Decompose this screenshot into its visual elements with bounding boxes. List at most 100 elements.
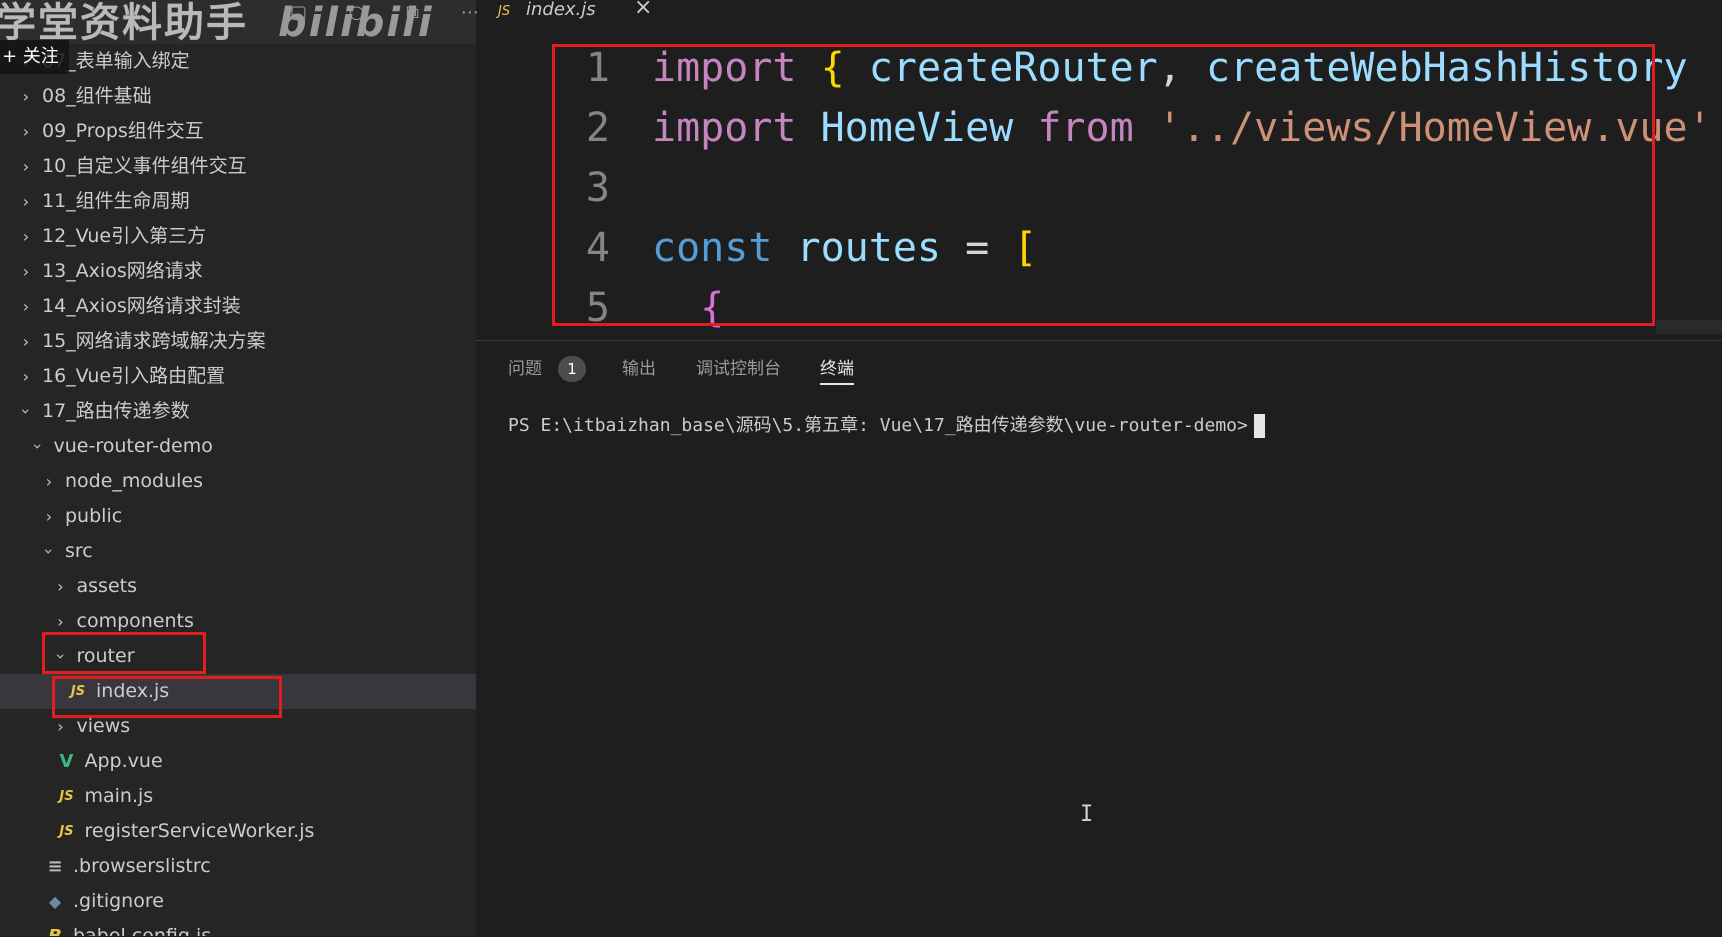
chevron-right-icon[interactable]: ›	[18, 219, 34, 254]
tab-terminal[interactable]: 终端	[820, 355, 854, 385]
tree-file[interactable]: Bbabel.config.js	[0, 919, 476, 936]
chevron-right-icon[interactable]: ›	[53, 569, 69, 604]
horizontal-scrollbar[interactable]	[1656, 320, 1722, 334]
terminal-prompt: PS E:\itbaizhan_base\源码\5.第五章: Vue\17_路由…	[508, 415, 1248, 436]
tree-folder[interactable]: › 12_Vue引入第三方	[0, 219, 476, 254]
tree-item-label: registerServiceWorker.js	[84, 820, 315, 842]
code-line[interactable]: 1 import { createRouter, createWebHashHis…	[476, 38, 1722, 98]
chevron-right-icon[interactable]: ›	[18, 324, 34, 359]
tab-output[interactable]: 输出	[622, 355, 656, 383]
tree-file[interactable]: ◆ .gitignore	[0, 884, 476, 919]
code-lines[interactable]: 1 import { createRouter, createWebHashHis…	[476, 38, 1722, 338]
code-token: =	[941, 225, 1014, 271]
tree-folder[interactable]: › 08_组件基础	[0, 79, 476, 114]
tree-item-label: 17_路由传递参数	[42, 400, 190, 422]
tree-item-label: index.js	[96, 680, 170, 702]
tree-folder[interactable]: › node_modules	[0, 464, 476, 499]
tree-item-label: node_modules	[65, 470, 204, 492]
tree-item-label: 09_Props组件交互	[42, 120, 204, 142]
code-text: import HomeView from '../views/HomeView.…	[652, 98, 1712, 158]
tree-item-label: 14_Axios网络请求封装	[42, 295, 241, 317]
chevron-right-icon[interactable]: ›	[18, 184, 34, 219]
panel-tabs: 问题 1 输出 调试控制台 终端	[476, 341, 1722, 397]
chevron-right-icon[interactable]: ›	[41, 499, 57, 534]
chevron-right-icon[interactable]: ›	[18, 149, 34, 184]
close-icon[interactable]: ×	[634, 0, 652, 20]
tab-debug-console[interactable]: 调试控制台	[696, 355, 781, 383]
chevron-right-icon[interactable]: ›	[18, 114, 34, 149]
chevron-down-icon[interactable]: ›	[43, 649, 78, 665]
code-line[interactable]: 3	[476, 158, 1722, 218]
chevron-right-icon[interactable]: ›	[18, 254, 34, 289]
tree-file[interactable]: JS registerServiceWorker.js	[0, 814, 476, 849]
babel-file-icon: B	[45, 919, 65, 936]
code-text: {	[652, 278, 724, 338]
tree-item-label: 13_Axios网络请求	[42, 260, 203, 282]
problems-count-badge: 1	[558, 356, 586, 382]
code-line[interactable]: 2 import HomeView from '../views/HomeView…	[476, 98, 1722, 158]
chevron-down-icon[interactable]: ›	[32, 544, 67, 560]
code-line[interactable]: 5 {	[476, 278, 1722, 338]
code-token: from	[1037, 105, 1134, 151]
tree-item-label: 08_组件基础	[42, 85, 152, 107]
tree-folder[interactable]: ›07_表单输入绑定	[0, 44, 476, 79]
tree-folder[interactable]: › 13_Axios网络请求	[0, 254, 476, 289]
tree-item-label: .browserslistrc	[73, 855, 211, 877]
tree-file[interactable]: JS index.js	[0, 674, 476, 709]
explorer-sidebar: ›07_表单输入绑定›08_组件基础›09_Props组件交互›10_自定义事件…	[0, 0, 476, 936]
tree-file[interactable]: JS main.js	[0, 779, 476, 814]
tree-item-label: router	[76, 645, 135, 667]
follow-button[interactable]: + 关注	[0, 40, 69, 74]
tree-folder[interactable]: › 09_Props组件交互	[0, 114, 476, 149]
tree-item-label: .gitignore	[73, 890, 164, 912]
tree-folder[interactable]: › views	[0, 709, 476, 744]
tab-label: index.js	[526, 0, 596, 20]
tree-folder[interactable]: › 15_网络请求跨域解决方案	[0, 324, 476, 359]
code-token: [	[1013, 225, 1038, 271]
tree-file[interactable]: ≡ .browserslistrc	[0, 849, 476, 884]
tree-folder[interactable]: › vue-router-demo	[0, 429, 476, 464]
chevron-right-icon[interactable]: ›	[18, 79, 34, 114]
code-editor[interactable]: JS index.js × 1 import { createRouter, cr…	[476, 0, 1722, 340]
terminal-output[interactable]: PS E:\itbaizhan_base\源码\5.第五章: Vue\17_路由…	[508, 411, 1265, 438]
js-file-icon: JS	[498, 4, 511, 19]
tree-item-label: 11_组件生命周期	[42, 190, 190, 212]
tree-folder[interactable]: › src	[0, 534, 476, 569]
chevron-right-icon[interactable]: ›	[41, 464, 57, 499]
code-token: routes	[796, 225, 942, 271]
code-line[interactable]: 4 const routes = [	[476, 218, 1722, 278]
tab-problems[interactable]: 问题	[508, 355, 542, 383]
tree-folder[interactable]: › assets	[0, 569, 476, 604]
tree-item-label: 10_自定义事件组件交互	[42, 155, 247, 177]
tree-file[interactable]: V App.vue	[0, 744, 476, 779]
tree-folder[interactable]: › public	[0, 499, 476, 534]
tree-folder[interactable]: › 10_自定义事件组件交互	[0, 149, 476, 184]
tree-folder[interactable]: › router	[0, 639, 476, 674]
editor-tab-index-js[interactable]: JS index.js ×	[476, 0, 676, 26]
git-file-icon: ◆	[48, 892, 62, 911]
chevron-right-icon[interactable]: ›	[18, 359, 34, 394]
tree-folder[interactable]: › 17_路由传递参数	[0, 394, 476, 429]
chevron-right-icon[interactable]: ›	[18, 289, 34, 324]
tree-item-label: App.vue	[84, 750, 163, 772]
chevron-down-icon[interactable]: ›	[9, 404, 44, 420]
tree-folder[interactable]: › components	[0, 604, 476, 639]
code-token: '../views/HomeView.vue'	[1157, 105, 1712, 151]
js-file-icon: JS	[59, 789, 74, 804]
code-token: HomeView	[820, 105, 1014, 151]
line-number: 3	[585, 165, 610, 211]
chevron-down-icon[interactable]: ›	[20, 439, 55, 455]
tree-folder[interactable]: › 14_Axios网络请求封装	[0, 289, 476, 324]
code-text: const routes = [	[652, 218, 1037, 278]
code-token: import	[652, 105, 797, 151]
tree-folder[interactable]: › 11_组件生命周期	[0, 184, 476, 219]
chevron-right-icon[interactable]: ›	[53, 604, 69, 639]
tree-item-label: 12_Vue引入第三方	[42, 225, 207, 247]
list-file-icon: ≡	[47, 856, 63, 877]
window-controls[interactable]: ▢ ○ ⧉ ⋯	[290, 2, 497, 23]
code-token: ,	[1157, 45, 1206, 91]
tree-folder[interactable]: › 16_Vue引入路由配置	[0, 359, 476, 394]
chevron-right-icon[interactable]: ›	[53, 709, 69, 744]
